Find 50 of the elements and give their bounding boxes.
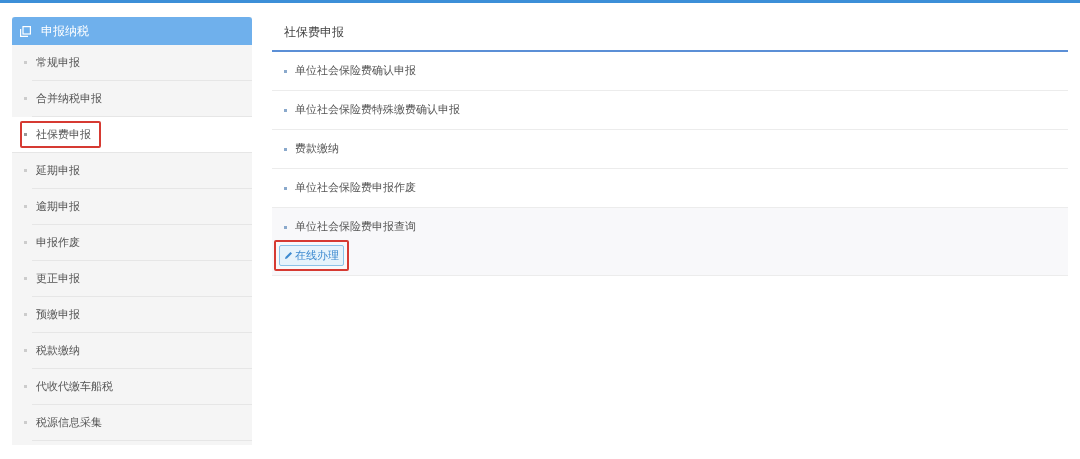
service-label: 单位社会保险费确认申报	[295, 64, 416, 78]
sidebar-item-label: 常规申报	[36, 55, 80, 70]
sidebar-item-label: 税款缴纳	[36, 343, 80, 358]
bullet-icon	[24, 349, 27, 352]
bullet-icon	[24, 385, 27, 388]
service-row[interactable]: 单位社会保险费特殊缴费确认申报	[272, 91, 1068, 130]
sidebar-item-label: 社保费申报	[36, 127, 91, 142]
windows-icon	[20, 25, 31, 37]
sidebar-item[interactable]: 代收代缴车船税	[32, 369, 252, 405]
bullet-icon	[24, 169, 27, 172]
sidebar-item-label: 代收代缴车船税	[36, 379, 113, 394]
service-row[interactable]: 单位社会保险费申报查询 在线办理	[272, 208, 1068, 276]
bullet-icon	[24, 241, 27, 244]
bullet-icon	[284, 108, 287, 112]
sidebar-item[interactable]: 税款缴纳	[32, 333, 252, 369]
sidebar-item-label: 更正申报	[36, 271, 80, 286]
bullet-icon	[284, 147, 287, 151]
bullet-icon	[24, 97, 27, 100]
sidebar-item[interactable]: 社保费申报	[12, 117, 252, 153]
bullet-icon	[284, 225, 287, 229]
sidebar-item[interactable]: 更正申报	[32, 261, 252, 297]
sidebar-item[interactable]: 申报作废	[32, 225, 252, 261]
bullet-icon	[24, 133, 27, 136]
bullet-icon	[24, 421, 27, 424]
panel-title: 社保费申报	[272, 25, 1068, 52]
sidebar-title: 申报纳税	[41, 22, 89, 40]
sidebar-item-label: 预缴申报	[36, 307, 80, 322]
sidebar-item[interactable]: 预缴申报	[32, 297, 252, 333]
bullet-icon	[24, 277, 27, 280]
sidebar-item[interactable]: 逾期申报	[32, 189, 252, 225]
sidebar-item-label: 税源信息采集	[36, 415, 102, 430]
service-label: 单位社会保险费申报作废	[295, 181, 416, 195]
bullet-icon	[24, 61, 27, 64]
pencil-icon	[284, 251, 293, 260]
sidebar-item[interactable]: 延期申报	[32, 153, 252, 189]
service-label: 单位社会保险费申报查询	[295, 220, 416, 234]
bullet-icon	[284, 69, 287, 73]
sidebar-item-label: 申报作废	[36, 235, 80, 250]
sidebar-item-label: 逾期申报	[36, 199, 80, 214]
service-label: 单位社会保险费特殊缴费确认申报	[295, 103, 460, 117]
sidebar-item[interactable]: 常规申报	[32, 45, 252, 81]
sidebar-item-label: 延期申报	[36, 163, 80, 178]
bullet-icon	[24, 205, 27, 208]
bullet-icon	[284, 186, 287, 190]
service-row[interactable]: 费款缴纳	[272, 130, 1068, 169]
sidebar-item-label: 合并纳税申报	[36, 91, 102, 106]
service-label: 费款缴纳	[295, 142, 339, 156]
sidebar-item[interactable]: 税源信息采集	[32, 405, 252, 441]
service-row[interactable]: 单位社会保险费确认申报	[272, 52, 1068, 91]
bullet-icon	[24, 313, 27, 316]
